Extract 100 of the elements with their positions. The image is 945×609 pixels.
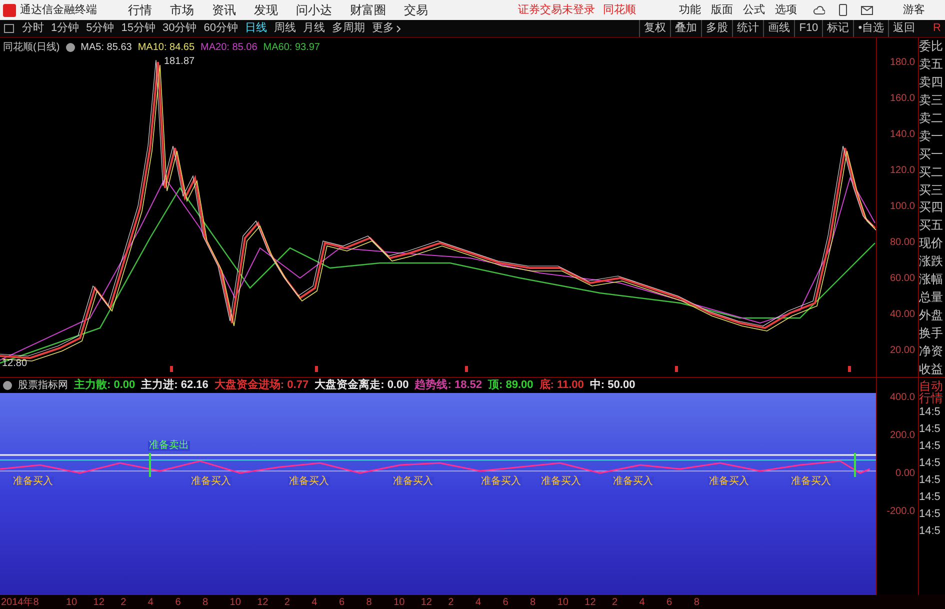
indicator-value: 底: 11.00 xyxy=(539,378,584,394)
event-marker xyxy=(848,366,851,372)
quote-field-label: 买四 xyxy=(919,201,944,214)
quote-field-label: 净资 xyxy=(919,344,944,357)
menu-item[interactable]: 行情 xyxy=(128,1,152,19)
axis-tick-label: 2 xyxy=(284,596,290,608)
axis-tick-label: 12 xyxy=(584,596,596,608)
phone-icon[interactable] xyxy=(839,4,847,16)
quote-field-label: 买五 xyxy=(919,219,944,232)
toolbar-button[interactable]: 复权 xyxy=(639,20,670,37)
period-tab[interactable]: 周线 xyxy=(274,20,296,37)
quote-field-label: 收益 xyxy=(919,362,944,375)
axis-tick-label: 12 xyxy=(93,596,104,608)
trade-time: 14:5 xyxy=(919,526,942,539)
axis-tick-label: 4 xyxy=(312,596,318,608)
app-title: 通达信金融终端 xyxy=(20,2,98,18)
moving-average-value: MA5: 85.63 xyxy=(80,41,132,55)
panel-toggle-icon[interactable] xyxy=(4,24,14,33)
moving-average-value: MA20: 85.06 xyxy=(200,41,258,55)
trade-time: 14:5 xyxy=(919,441,942,454)
period-tab[interactable]: 多周期 xyxy=(332,20,365,37)
toolbar-button[interactable]: 统计 xyxy=(732,20,764,37)
event-marker xyxy=(170,366,173,372)
quote-field-label: 外盘 xyxy=(919,309,944,322)
trade-time: 14:5 xyxy=(919,424,942,437)
mail-icon[interactable] xyxy=(861,6,873,14)
period-tab[interactable]: 1分钟 xyxy=(51,20,80,37)
quote-field-label: 卖五 xyxy=(919,58,944,70)
signal-label: 准备买入 xyxy=(612,477,654,487)
collapse-icon[interactable] xyxy=(3,381,12,390)
tool-menu-item[interactable]: 选项 xyxy=(775,2,797,18)
signal-label: 准备买入 xyxy=(480,477,522,487)
indicator-value: 中: 50.00 xyxy=(590,378,636,394)
period-tab[interactable]: 分时 xyxy=(22,20,44,37)
more-button[interactable]: 更多 xyxy=(372,20,401,37)
axis-tick-label: 10 xyxy=(394,596,405,608)
quote-field-label: 委比 xyxy=(919,40,944,52)
high-price-label: 181.87 xyxy=(164,55,195,69)
quote-field-label: 买二 xyxy=(919,166,944,178)
toolbar-button[interactable]: •自选 xyxy=(853,20,888,37)
axis-tick-label: 8 xyxy=(202,596,208,608)
quote-field-label: 现价 xyxy=(919,237,944,250)
menu-item[interactable]: 市场 xyxy=(170,1,194,19)
signal-label: 准备卖出 xyxy=(148,441,190,451)
axis-tick-label: 10 xyxy=(557,596,568,608)
signal-label: 准备买入 xyxy=(540,477,582,487)
indicator-value: 主力进: 62.16 xyxy=(141,378,208,394)
login-link[interactable]: 同花顺 xyxy=(603,2,636,18)
toolbar-button[interactable]: 多股 xyxy=(701,20,732,37)
menu-item[interactable]: 发现 xyxy=(254,1,278,19)
period-tab[interactable]: 15分钟 xyxy=(121,20,156,37)
quote-field-label: 卖二 xyxy=(919,112,944,124)
axis-tick-label: 6 xyxy=(502,596,508,608)
axis-tick-label: 40.00 xyxy=(890,308,915,322)
menu-item[interactable]: 问小达 xyxy=(296,1,332,19)
quote-field-label: 总量 xyxy=(919,291,944,304)
indicator-value: 顶: 89.00 xyxy=(488,378,534,394)
corner-label: R xyxy=(933,21,941,36)
tool-menu-item[interactable]: 功能 xyxy=(679,2,701,18)
tool-menu-item[interactable]: 版面 xyxy=(711,2,733,18)
signal-label: 准备买入 xyxy=(708,477,750,487)
toolbar-button[interactable]: 返回 xyxy=(888,20,920,37)
period-tab[interactable]: 日线 xyxy=(245,20,267,37)
indicator-value: 趋势线: 18.52 xyxy=(414,378,482,394)
axis-tick-label: -200.0 xyxy=(886,504,915,518)
toolbar-button[interactable]: F10 xyxy=(794,20,822,37)
axis-tick-label: 100.0 xyxy=(890,200,915,214)
mode-label: 行情 xyxy=(919,392,944,404)
axis-tick-label: 160.0 xyxy=(890,92,915,106)
trade-time: 14:5 xyxy=(919,509,942,522)
toolbar-button[interactable]: 画线 xyxy=(763,20,794,37)
trade-time: 14:5 xyxy=(919,492,942,505)
toolbar-button[interactable]: 标记 xyxy=(822,20,854,37)
indicator-value: 大盘资金进场: 0.77 xyxy=(214,378,309,394)
period-tab[interactable]: 60分钟 xyxy=(204,20,238,37)
signal-label: 准备买入 xyxy=(190,477,232,487)
signal-label: 准备买入 xyxy=(12,477,54,487)
quote-field-label: 买一 xyxy=(919,148,944,160)
user-label: 游客 xyxy=(903,2,925,18)
indicator-value: 主力散: 0.00 xyxy=(74,378,136,394)
menu-item[interactable]: 资讯 xyxy=(212,1,236,19)
period-tab[interactable]: 30分钟 xyxy=(162,20,197,37)
axis-tick-label: 4 xyxy=(639,596,645,608)
quote-field-label: 卖四 xyxy=(919,76,944,88)
quote-field-label: 换手 xyxy=(919,327,944,339)
axis-tick-label: 60.00 xyxy=(890,272,915,286)
toolbar-button[interactable]: 叠加 xyxy=(670,20,702,37)
tool-menu-item[interactable]: 公式 xyxy=(743,2,765,18)
axis-tick-label: 2014年8 xyxy=(1,596,39,608)
menu-item[interactable]: 交易 xyxy=(404,1,428,19)
period-tab[interactable]: 5分钟 xyxy=(86,20,114,37)
quote-field-label: 卖一 xyxy=(919,130,944,142)
axis-tick-label: 4 xyxy=(148,596,154,608)
signal-label: 准备买入 xyxy=(790,477,832,487)
period-tab[interactable]: 月线 xyxy=(303,20,325,37)
login-link[interactable]: 证券交易未登录 xyxy=(518,2,595,18)
menu-item[interactable]: 财富圈 xyxy=(350,1,386,19)
trade-time: 14:5 xyxy=(919,458,942,471)
settings-icon[interactable] xyxy=(66,43,75,52)
cloud-icon[interactable] xyxy=(813,5,825,15)
